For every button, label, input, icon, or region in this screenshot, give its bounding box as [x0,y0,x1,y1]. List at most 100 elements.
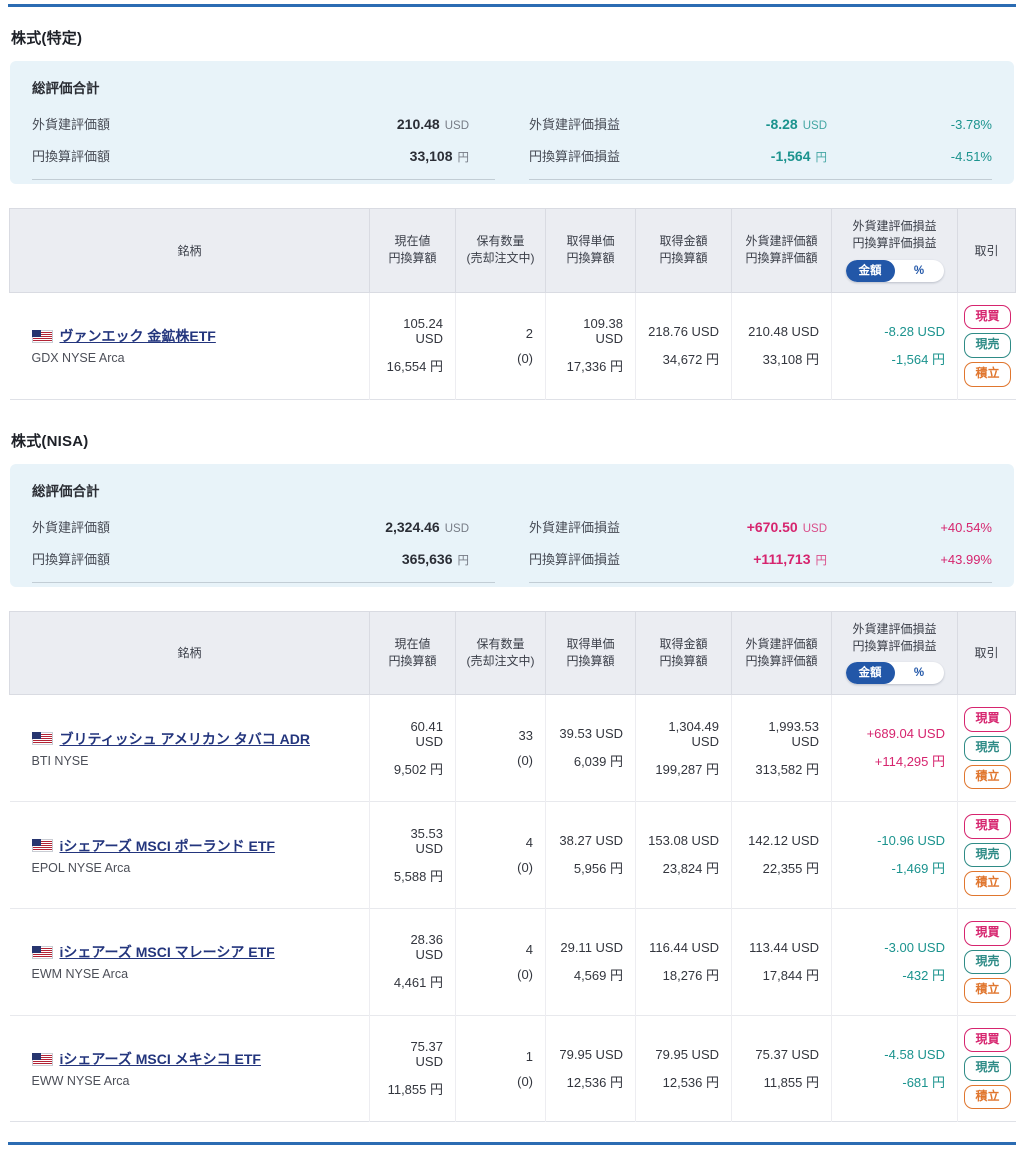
summary-value: 365,636 円 [402,551,495,568]
sell-button[interactable]: 現売 [964,333,1011,358]
accumulate-button[interactable]: 積立 [964,764,1011,790]
accumulate-button[interactable]: 積立 [964,361,1011,387]
unit-cost-usd: 79.95 USD [559,1046,623,1062]
current-price-jpy: 5,588 円 [393,868,443,884]
summary-pl-value: +670.50 USD [747,519,827,535]
buy-button[interactable]: 現買 [964,1027,1011,1053]
accumulate-button[interactable]: 積立 [964,1084,1011,1110]
pl-cell: -3.00 USD -432 円 [831,907,958,1016]
header-line: 円換算評価額 [745,653,818,668]
ticker-label: BTI NYSE [31,753,89,768]
header-line: 円換算評価損益 [852,638,937,653]
toggle-amount-option[interactable]: 金額 [845,662,895,685]
pl-jpy: +114,295 円 [874,754,945,770]
cost-usd: 153.08 USD [648,833,719,849]
unit-cost-cell: 38.27 USD 5,956 円 [545,801,636,909]
sell-button[interactable]: 現売 [964,735,1011,761]
stock-name-link[interactable]: iシェアーズ MSCI ポーランド ETF [60,836,275,856]
summary-label: 外貨建評価損益 [529,117,621,132]
valuation-usd: 210.48 USD [748,323,819,339]
cost-usd: 116.44 USD [649,939,719,955]
pl-display-toggle[interactable]: 金額 % [845,259,944,282]
summary-unit: USD [444,120,469,132]
summary-pl-amount: -8.28 [765,116,798,132]
sell-button[interactable]: 現売 [964,949,1011,975]
quantity-on-order: (0) [517,350,533,366]
unit-cost-jpy: 4,569 円 [573,967,623,983]
toggle-amount-option[interactable]: 金額 [845,259,895,282]
unit-cost-cell: 39.53 USD 6,039 円 [545,694,636,802]
buy-button[interactable]: 現買 [964,814,1011,839]
summary-pl-value: -1,564 円 [771,148,827,165]
trade-actions-cell: 現買 現売 積立 [957,1014,1016,1122]
current-price-usd: 28.36 USD [410,932,443,963]
sell-button[interactable]: 現売 [964,1056,1011,1081]
cost-jpy: 199,287 円 [655,761,719,777]
quantity-on-order: (0) [517,966,533,982]
stock-name-link[interactable]: ブリティッシュ アメリカン タバコ ADR [60,729,310,749]
stock-name-link[interactable]: iシェアーズ MSCI マレーシア ETF [60,942,275,962]
pl-display-toggle[interactable]: 金額 % [845,662,944,685]
summary-label: 外貨建評価額 [32,117,111,132]
header-line: 取得単価 [566,636,615,651]
ticker-label: EPOL NYSE Arca [31,860,131,875]
header-line: 保有数量 [476,234,525,248]
portfolio-page: 株式(特定) 総評価合計 外貨建評価額 210.48 USD 円換算評価額 33,… [0,4,1024,1146]
quantity-on-order: (0) [517,753,533,769]
holdings-table-nisa: 銘柄 現在値 円換算額 保有数量 (売却注文中) 取得単価 円換算額 取得金額 円換算額… [9,610,1016,1123]
holding-row: iシェアーズ MSCI ポーランド ETF EPOL NYSE Arca 35.… [9,801,1016,909]
summary-label: 外貨建評価損益 [529,519,621,535]
buy-button[interactable]: 現買 [964,920,1011,946]
unit-cost-cell: 109.38 USD 17,336 円 [545,292,636,400]
acquisition-cost-cell: 1,304.49 USD 199,287 円 [635,694,732,802]
acquisition-cost-cell: 116.44 USD 18,276 円 [635,907,732,1016]
valuation-usd: 75.37 USD [755,1046,819,1062]
stock-name-link[interactable]: ヴァンエック 金鉱株ETF [60,326,216,346]
summary-pl-unit: 円 [815,152,828,164]
col-header-valuation: 外貨建評価額 円換算評価額 [731,610,832,696]
us-flag-icon [31,839,53,853]
summary-pl-unit: 円 [815,554,828,567]
summary-pl-percent: -4.51% [950,149,992,164]
stock-name-link[interactable]: iシェアーズ MSCI メキシコ ETF [60,1049,261,1069]
header-line: 外貨建評価額 [745,636,818,651]
header-line: 外貨建評価額 [745,234,818,248]
us-flag-icon [31,732,53,746]
summary-pl-percent: +40.54% [940,519,992,535]
valuation-usd: 1,993.53 USD [768,718,819,749]
col-header-pl: 外貨建評価損益 円換算評価損益 金額 % [831,610,958,696]
pl-jpy: -681 円 [902,1074,945,1090]
summary-valuation-column: 外貨建評価額 210.48 USD 円換算評価額 33,108 円 [32,101,495,180]
quantity-on-order: (0) [517,860,533,876]
header-line: 保有数量 [476,636,525,651]
summary-label: 円換算評価額 [32,551,111,567]
summary-row: 円換算評価額 365,636 円 [32,549,495,568]
buy-button[interactable]: 現買 [964,304,1011,330]
col-header-current: 現在値 円換算額 [369,208,456,293]
stock-name-line: iシェアーズ MSCI メキシコ ETF [31,1049,358,1069]
col-header-cost: 取得金額 円換算額 [635,208,732,293]
col-header-current: 現在値 円換算額 [369,610,456,696]
unit-cost-cell: 29.11 USD 4,569 円 [545,907,636,1016]
holding-row: ヴァンエック 金鉱株ETF GDX NYSE Arca 105.24 USD 16… [9,292,1016,400]
table-body: ブリティッシュ アメリカン タバコ ADR BTI NYSE 60.41 USD… [9,694,1016,1122]
sell-button[interactable]: 現売 [964,842,1011,868]
unit-cost-jpy: 12,536 円 [566,1074,623,1090]
trade-actions-cell: 現買 現売 積立 [957,694,1016,802]
summary-title: 総評価合計 [32,483,100,499]
accumulate-button[interactable]: 積立 [964,978,1011,1003]
toggle-percent-option[interactable]: % [895,662,944,684]
header-line: 円換算額 [566,251,615,266]
header-line: 取得金額 [659,234,708,248]
header-line: 外貨建評価損益 [852,219,937,233]
col-header-quantity: 保有数量 (売却注文中) [455,610,546,696]
toggle-percent-option[interactable]: % [895,260,944,282]
stock-name-line: ヴァンエック 金鉱株ETF [31,326,358,346]
header-line: 円換算額 [388,251,437,266]
col-header-quantity: 保有数量 (売却注文中) [455,208,546,293]
accumulate-button[interactable]: 積立 [964,871,1011,896]
buy-button[interactable]: 現買 [964,707,1011,732]
unit-cost-usd: 29.11 USD [560,939,623,955]
current-price-jpy: 9,502 円 [393,761,443,777]
summary-value: 2,324.46 USD [385,519,495,535]
